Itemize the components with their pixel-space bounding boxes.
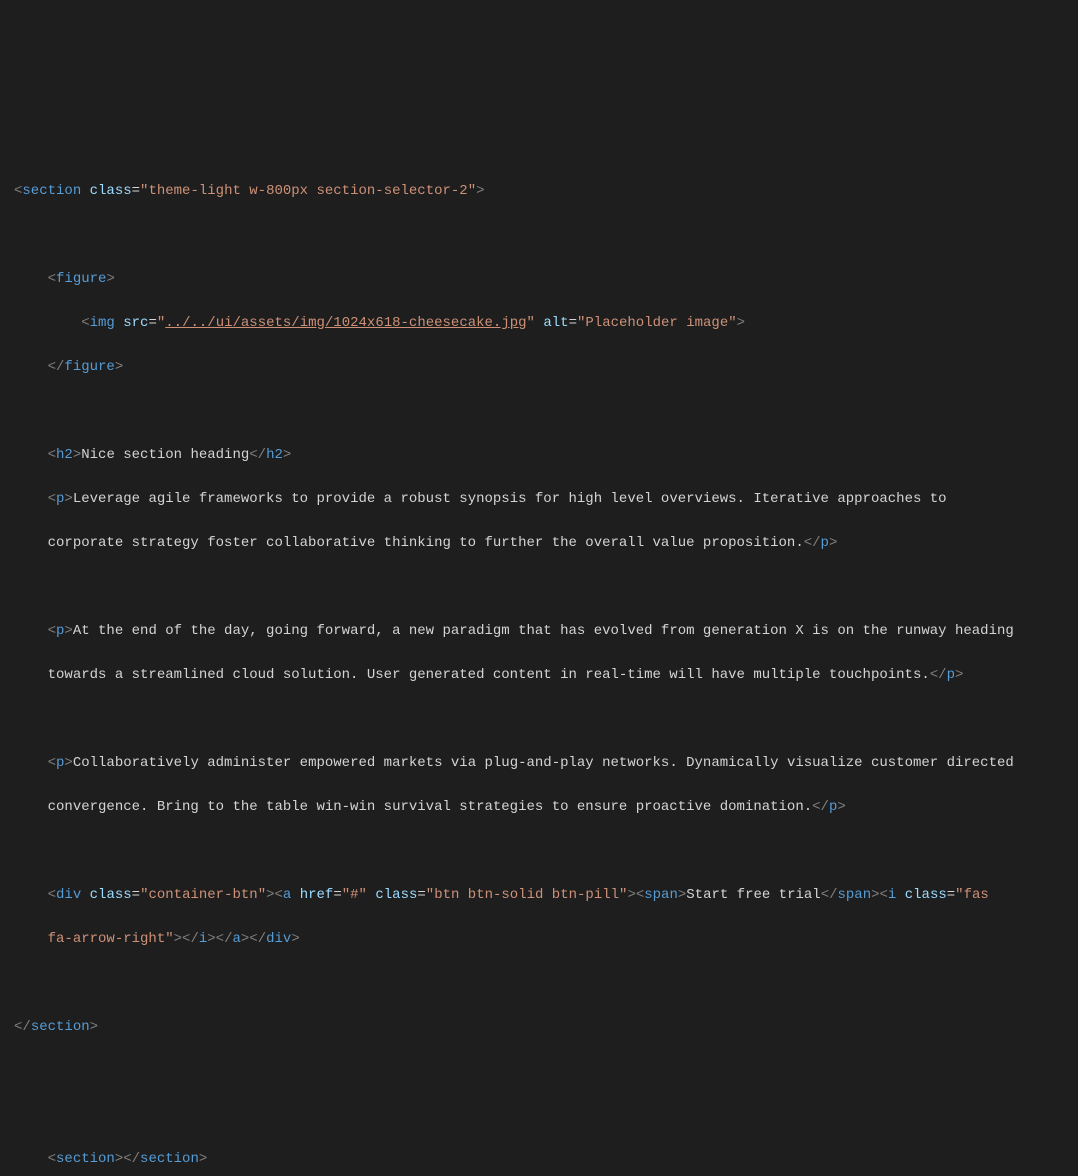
- code-line: [14, 1060, 1078, 1082]
- code-line: corporate strategy foster collaborative …: [14, 532, 1078, 554]
- code-line: [14, 136, 1078, 158]
- code-content: <section class="theme-light w-800px sect…: [0, 114, 1078, 1176]
- code-line: <p>Leverage agile frameworks to provide …: [14, 488, 1078, 510]
- code-line: <p>At the end of the day, going forward,…: [14, 620, 1078, 642]
- code-line: [14, 576, 1078, 598]
- code-line: </section>: [14, 1016, 1078, 1038]
- code-line: <p>Collaboratively administer empowered …: [14, 752, 1078, 774]
- code-line: <h2>Nice section heading</h2>: [14, 444, 1078, 466]
- code-line: [14, 972, 1078, 994]
- code-line: <div class="container-btn"><a href="#" c…: [14, 884, 1078, 906]
- code-editor[interactable]: <section class="theme-light w-800px sect…: [0, 92, 1078, 1176]
- code-line: towards a streamlined cloud solution. Us…: [14, 664, 1078, 686]
- code-line: fa-arrow-right"></i></a></div>: [14, 928, 1078, 950]
- code-line: [14, 224, 1078, 246]
- code-line: [14, 1104, 1078, 1126]
- code-line: [14, 708, 1078, 730]
- code-line: <section></section>: [14, 1148, 1078, 1170]
- code-line: <figure>: [14, 268, 1078, 290]
- code-line: <section class="theme-light w-800px sect…: [14, 180, 1078, 202]
- code-line: [14, 400, 1078, 422]
- code-line: convergence. Bring to the table win-win …: [14, 796, 1078, 818]
- code-line: [14, 840, 1078, 862]
- code-line: </figure>: [14, 356, 1078, 378]
- code-line: <img src="../../ui/assets/img/1024x618-c…: [14, 312, 1078, 334]
